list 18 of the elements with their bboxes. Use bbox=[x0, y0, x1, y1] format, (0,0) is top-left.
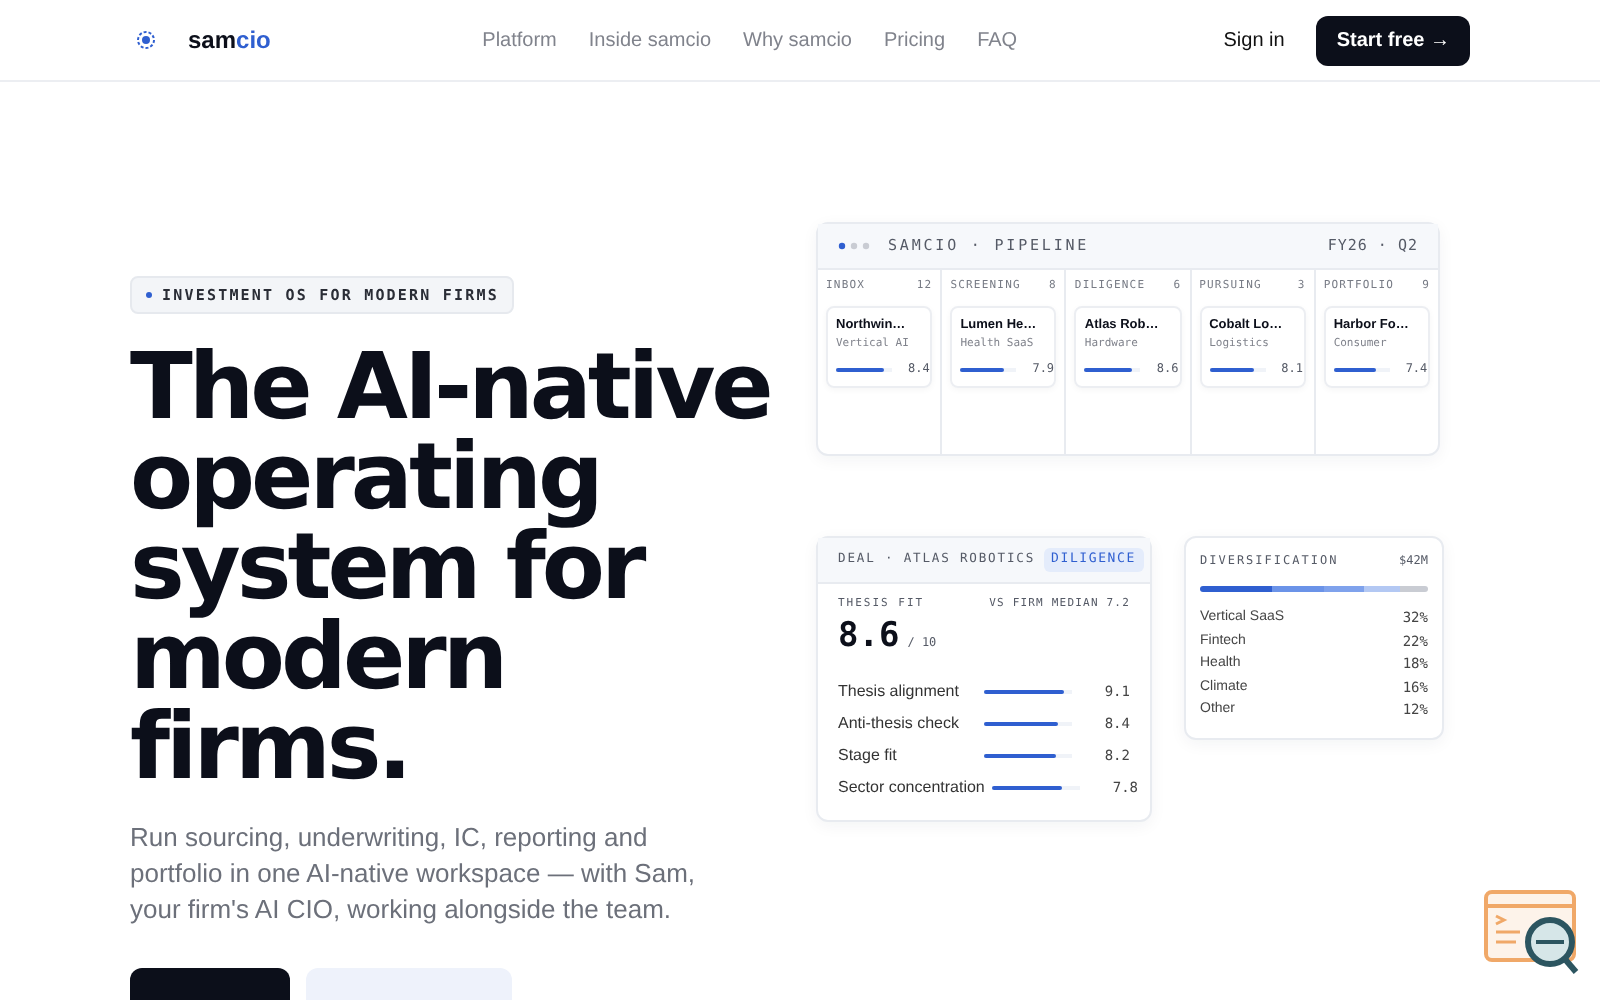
score-value: 8.6 bbox=[838, 614, 900, 661]
metric-name: Anti-thesis check bbox=[838, 711, 961, 736]
window-dots-icon bbox=[838, 242, 872, 250]
nav-link[interactable]: Pricing bbox=[883, 25, 946, 55]
nav-link[interactable]: Why samcio bbox=[743, 25, 852, 55]
nav-link[interactable]: Platform bbox=[482, 25, 557, 55]
start-free-button[interactable]: Start free → bbox=[1316, 15, 1470, 65]
metric-name: Sector concentration bbox=[838, 775, 985, 800]
hero-heading: The AI-native operating system for modern firms. bbox=[130, 342, 772, 793]
hero-subtitle: Run sourcing, underwriting, IC, reporting and portfolio in one AI-native workspace — with Sam, your firm's AI CIO, working alongside the team. bbox=[130, 820, 698, 929]
logo-icon bbox=[136, 30, 156, 50]
sign-in-link[interactable]: Sign in bbox=[1223, 25, 1285, 55]
browser-search-icon[interactable] bbox=[1482, 888, 1582, 978]
nav-link[interactable]: FAQ bbox=[977, 25, 1018, 55]
brand-name[interactable]: samcio bbox=[188, 22, 271, 58]
nav-link[interactable]: Inside samcio bbox=[588, 25, 712, 55]
metric-name: Stage fit bbox=[838, 743, 899, 768]
metric-name: Thesis alignment bbox=[838, 679, 961, 704]
